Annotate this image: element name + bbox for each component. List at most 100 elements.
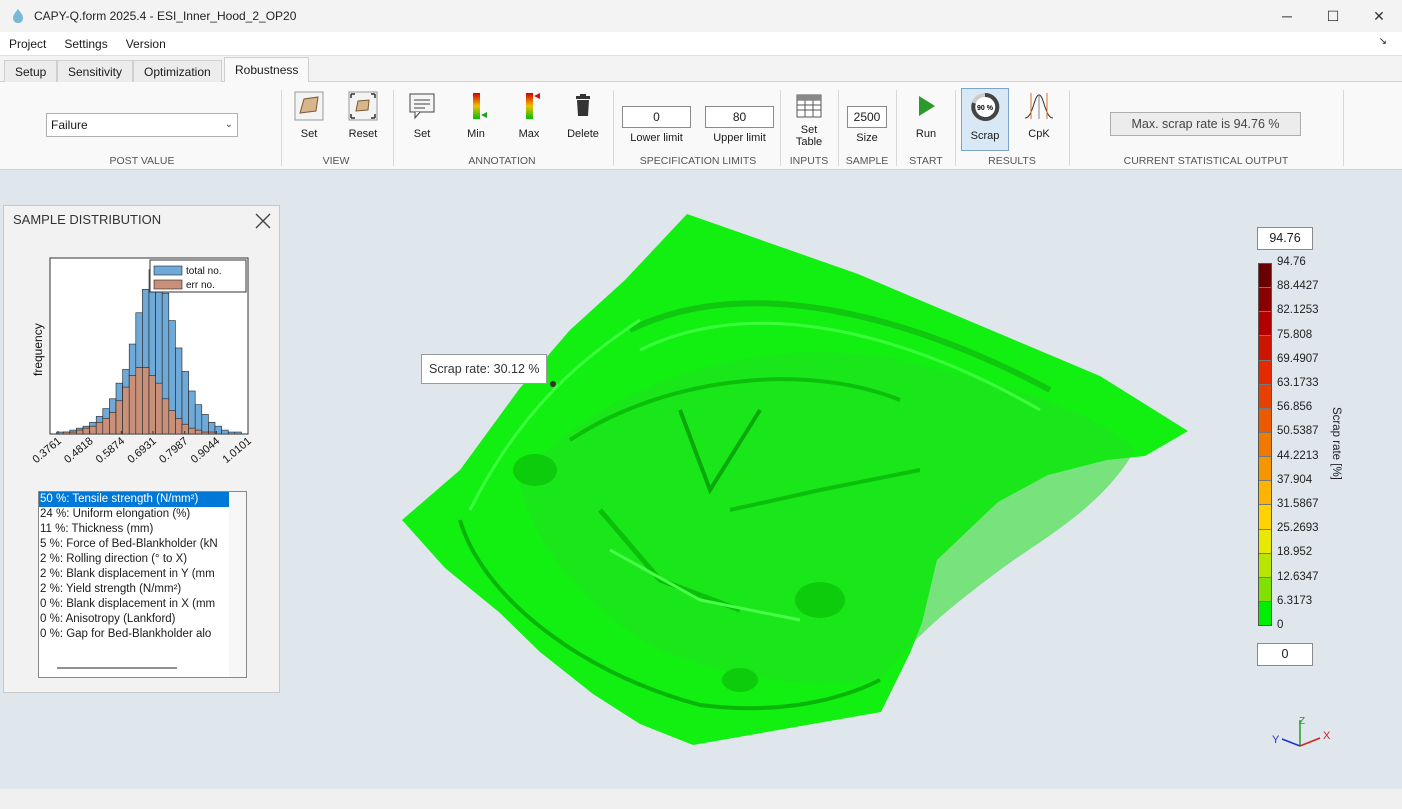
- menu-bar: Project Settings Version ↘: [0, 32, 1402, 56]
- annotation-set-button[interactable]: Set: [402, 90, 442, 140]
- histogram-bar-error: [82, 427, 90, 435]
- list-item[interactable]: 2 %: Rolling direction (° to X): [39, 552, 246, 567]
- close-icon[interactable]: [252, 210, 274, 232]
- list-item[interactable]: 5 %: Force of Bed-Blankholder (kN: [39, 537, 246, 552]
- colorbar-segment: [1259, 264, 1271, 289]
- status-strip: [0, 789, 1402, 809]
- post-value-dropdown[interactable]: Failure ⌄: [46, 113, 238, 137]
- separator: [281, 90, 282, 166]
- x-axis-line: [1299, 737, 1321, 747]
- run-button[interactable]: Run: [906, 90, 946, 140]
- scrap-button[interactable]: 90 % Scrap: [961, 88, 1009, 151]
- colorbar-segment: [1259, 336, 1271, 361]
- separator: [955, 90, 956, 166]
- histogram-bar-error: [109, 412, 117, 435]
- axis-triad: Z X Y: [1272, 716, 1331, 747]
- histogram-bar-error: [95, 421, 104, 435]
- cpk-label: CpK: [1028, 128, 1050, 140]
- colorbar-max-input[interactable]: 94.76: [1257, 227, 1313, 250]
- minimize-button[interactable]: ─: [1264, 0, 1310, 32]
- view-set-button[interactable]: Set: [289, 90, 329, 140]
- histogram-bar-total: [194, 404, 203, 435]
- list-item[interactable]: 0 %: Anisotropy (Lankford): [39, 612, 246, 627]
- colorbar-tick-label: 56.856: [1277, 401, 1313, 414]
- menu-project[interactable]: Project: [0, 37, 55, 51]
- annotation-delete-button[interactable]: Delete: [561, 90, 605, 140]
- set-table-button[interactable]: Set Table: [788, 90, 830, 148]
- histogram-bar-error: [128, 375, 137, 435]
- annotation-min-label: Min: [467, 128, 485, 140]
- max-marker-icon: [513, 90, 545, 122]
- view-set-icon: [293, 90, 325, 122]
- histogram-bar-error: [148, 375, 156, 435]
- sensitivity-listbox[interactable]: 50 %: Tensile strength (N/mm²) 24 %: Unif…: [38, 491, 247, 678]
- colorbar-segment: [1259, 312, 1271, 337]
- colorbar-tick-label: 63.1733: [1277, 377, 1319, 389]
- histogram-bar-error: [122, 386, 130, 435]
- list-item[interactable]: 11 %: Thickness (mm): [39, 522, 246, 537]
- list-item[interactable]: 0 %: Gap for Bed-Blankholder alo: [39, 627, 246, 642]
- set-table-label-2: Table: [795, 136, 823, 148]
- list-item[interactable]: 50 %: Tensile strength (N/mm²): [39, 492, 229, 507]
- histogram-bar-total: [234, 431, 242, 435]
- list-item[interactable]: 0 %: Blank displacement in X (mm: [39, 597, 246, 612]
- window-title: CAPY-Q.form 2025.4 - ESI_Inner_Hood_2_OP…: [34, 9, 297, 23]
- menu-settings[interactable]: Settings: [55, 37, 116, 51]
- scrap-gauge-text: 90 %: [977, 105, 994, 112]
- histogram-bar-error: [194, 429, 203, 435]
- colorbar-tick-label: 0: [1277, 619, 1284, 631]
- hood-part-model[interactable]: [400, 210, 1190, 750]
- list-item[interactable]: 2 %: Yield strength (N/mm²): [39, 582, 246, 597]
- colorbar-tick-label: 50.5387: [1277, 425, 1319, 438]
- colorbar-tick-label: 44.2213: [1277, 449, 1319, 462]
- min-marker-icon: [460, 90, 492, 122]
- max-scrap-rate-output: Max. scrap rate is 94.76 %: [1110, 112, 1301, 136]
- annotation-max-button[interactable]: Max: [509, 90, 549, 140]
- group-label-stat-output: CURRENT STATISTICAL OUTPUT: [1123, 155, 1289, 167]
- group-label-view: VIEW: [322, 155, 350, 167]
- y-axis-label: Y: [1272, 734, 1280, 746]
- y-axis-line: [1281, 738, 1301, 747]
- histogram-bar-total: [227, 431, 236, 435]
- undock-icon[interactable]: ↘: [1370, 36, 1396, 47]
- tab-optimization[interactable]: Optimization: [133, 60, 222, 82]
- x-axis-label: X: [1323, 730, 1331, 742]
- legend-swatch: [153, 265, 183, 276]
- tab-setup[interactable]: Setup: [4, 60, 58, 82]
- x-tick-label: 0.6931: [125, 435, 158, 466]
- group-label-sample: SAMPLE: [845, 155, 889, 167]
- horizontal-scrollbar[interactable]: [57, 667, 177, 669]
- group-label-inputs: INPUTS: [789, 155, 829, 167]
- maximize-button[interactable]: ☐: [1310, 0, 1356, 32]
- colorbar-segment: [1259, 360, 1271, 385]
- list-item[interactable]: 2 %: Blank displacement in Y (mm: [39, 567, 246, 582]
- close-window-button[interactable]: ✕: [1356, 0, 1402, 32]
- histogram-bar-error: [62, 431, 71, 435]
- lower-limit-input[interactable]: 0: [622, 106, 691, 128]
- view-reset-button[interactable]: Reset: [342, 90, 384, 140]
- colorbar-min-input[interactable]: 0: [1257, 643, 1313, 666]
- separator: [838, 90, 839, 166]
- cpk-button[interactable]: CpK: [1018, 90, 1060, 140]
- tab-strip: Setup Sensitivity Optimization Robustnes…: [0, 57, 1402, 83]
- histogram-bar-error: [155, 382, 163, 435]
- sample-size-input[interactable]: 2500: [847, 106, 887, 128]
- z-axis-label: Z: [1299, 716, 1305, 727]
- histogram-bar-total: [201, 414, 209, 435]
- tab-robustness[interactable]: Robustness: [224, 57, 310, 83]
- histogram-bar-error: [201, 431, 209, 435]
- histogram-bar-error: [181, 423, 189, 435]
- separator: [780, 90, 781, 166]
- colorbar-tick-label: 25.2693: [1277, 522, 1319, 535]
- sample-distribution-panel: SAMPLE DISTRIBUTION total no. err no. freq…: [3, 205, 280, 693]
- menu-version[interactable]: Version: [117, 37, 175, 51]
- upper-limit-input[interactable]: 80: [705, 106, 774, 128]
- group-label-annotation: ANNOTATION: [468, 155, 536, 167]
- title-bar: CAPY-Q.form 2025.4 - ESI_Inner_Hood_2_OP…: [0, 0, 1402, 32]
- colorbar-segment: [1259, 529, 1271, 554]
- colorbar-segment: [1259, 432, 1271, 458]
- annotation-min-button[interactable]: Min: [456, 90, 496, 140]
- tab-sensitivity[interactable]: Sensitivity: [57, 60, 134, 82]
- list-item[interactable]: 24 %: Uniform elongation (%): [39, 507, 246, 522]
- colorbar-tick-label: 18.952: [1277, 546, 1313, 559]
